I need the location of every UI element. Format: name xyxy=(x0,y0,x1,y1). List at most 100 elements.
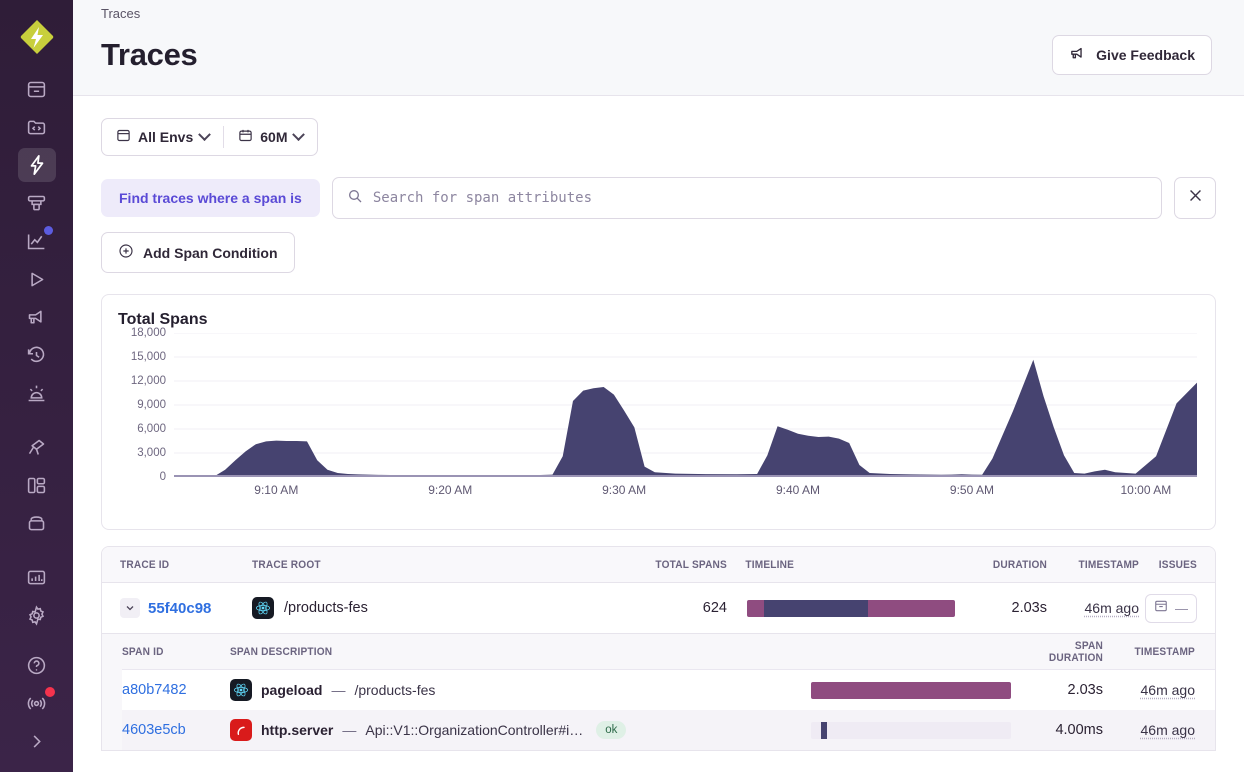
chart-area-series xyxy=(174,333,1197,477)
header-timeline: TIMELINE xyxy=(745,558,795,571)
span-op: pageload xyxy=(261,682,323,698)
span-description: Api::V1::OrganizationController#i… xyxy=(365,722,584,738)
add-span-condition-button[interactable]: Add Span Condition xyxy=(101,232,295,273)
calendar-icon xyxy=(238,128,253,146)
trace-root-cell: /products-fes xyxy=(252,597,631,619)
sentry-logo[interactable] xyxy=(16,16,58,58)
chart-y-tick: 0 xyxy=(159,471,166,483)
chart-plot[interactable] xyxy=(174,333,1197,477)
sidebar-item-help[interactable] xyxy=(18,648,56,682)
search-input[interactable] xyxy=(372,190,1147,206)
sidebar-item-feedback[interactable] xyxy=(18,300,56,334)
span-duration-value: 2.03s xyxy=(1067,682,1103,698)
sidebar-item-dashboards[interactable] xyxy=(18,468,56,502)
environment-label: All Envs xyxy=(138,129,194,145)
issues-badge[interactable]: — xyxy=(1145,593,1197,623)
give-feedback-button[interactable]: Give Feedback xyxy=(1052,35,1212,75)
chart-x-tick: 10:00 AM xyxy=(1120,483,1172,497)
sidebar xyxy=(0,0,73,772)
timeline-spacer xyxy=(811,722,821,739)
chart-area: 0 3,000 6,000 9,000 12,000 15,000 18,000 9:10 … xyxy=(118,327,1197,505)
total-spans-chart-card: Total Spans 0 3,000 6,000 9,000 12,000 15,000… xyxy=(101,294,1216,530)
status-badge: ok xyxy=(596,721,627,739)
span-id-link[interactable]: a80b7482 xyxy=(122,682,230,698)
header-trace-id: TRACE ID xyxy=(120,558,170,571)
sidebar-item-stats[interactable] xyxy=(18,560,56,594)
main-content: Traces Traces Give Feedback All Envs 60M… xyxy=(73,0,1244,772)
span-timeline-cell xyxy=(791,721,1011,739)
chart-x-tick: 9:50 AM xyxy=(949,483,994,497)
sidebar-expand-button[interactable] xyxy=(18,724,56,758)
table-row[interactable]: 55f40c98 /products-fes 624 2.03s 46m ago… xyxy=(102,583,1215,633)
header-span-id: SPAN ID xyxy=(122,645,164,658)
sidebar-item-crons[interactable] xyxy=(18,186,56,220)
span-duration-value: 4.00ms xyxy=(1055,722,1103,738)
time-range-selector[interactable]: 60M xyxy=(224,119,317,155)
issues-cell: — xyxy=(1139,593,1197,623)
chevron-down-icon xyxy=(198,127,212,141)
sidebar-item-releases[interactable] xyxy=(18,338,56,372)
search-box[interactable] xyxy=(331,177,1162,219)
list-item[interactable]: 4603e5cb http.server — Api::V1::Organiza… xyxy=(122,710,1215,750)
breadcrumb[interactable]: Traces xyxy=(101,6,1212,21)
span-id-link[interactable]: 4603e5cb xyxy=(122,722,230,738)
page-title: Traces xyxy=(101,37,198,72)
chart-y-tick: 15,000 xyxy=(130,351,166,363)
archive-icon xyxy=(1154,599,1168,618)
add-span-condition-label: Add Span Condition xyxy=(143,244,278,261)
sidebar-item-insights[interactable] xyxy=(18,224,56,258)
sidebar-item-broadcasts[interactable] xyxy=(18,686,56,720)
ruby-icon xyxy=(230,719,252,741)
sidebar-item-projects[interactable] xyxy=(18,110,56,144)
environment-selector[interactable]: All Envs xyxy=(102,119,223,155)
header-trace-root: TRACE ROOT xyxy=(252,558,321,571)
total-spans-value: 624 xyxy=(702,600,727,616)
content-area: All Envs 60M Find traces where a span is… xyxy=(73,96,1244,772)
expand-row-button[interactable] xyxy=(120,598,140,618)
span-timestamp-value: 46m ago xyxy=(1140,722,1195,738)
timeline-segment xyxy=(821,721,827,739)
close-icon xyxy=(1187,187,1204,209)
give-feedback-label: Give Feedback xyxy=(1096,47,1195,63)
span-condition-pill[interactable]: Find traces where a span is xyxy=(101,179,320,217)
filter-group: All Envs 60M xyxy=(101,118,319,156)
filter-row: All Envs 60M xyxy=(101,96,1216,156)
span-timeline-bar xyxy=(811,721,1011,739)
broadcast-badge-dot xyxy=(44,687,55,697)
chart-y-tick: 6,000 xyxy=(137,423,166,435)
page-header: Traces Traces Give Feedback xyxy=(73,0,1244,96)
traces-table: TRACE ID TRACE ROOT TOTAL SPANS TIMELINE… xyxy=(101,546,1216,751)
sidebar-bottom xyxy=(18,648,56,762)
sidebar-item-replays[interactable] xyxy=(18,262,56,296)
trace-id-link[interactable]: 55f40c98 xyxy=(148,600,211,617)
sidebar-item-discover[interactable] xyxy=(18,430,56,464)
sidebar-item-alerts[interactable] xyxy=(18,376,56,410)
chart-x-axis: 9:10 AM 9:20 AM 9:30 AM 9:40 AM 9:50 AM 10:00… xyxy=(174,483,1197,503)
header-span-description: SPAN DESCRIPTION xyxy=(230,645,333,658)
chart-y-tick: 12,000 xyxy=(130,375,166,387)
timeline-cell xyxy=(727,599,955,617)
sidebar-item-settings[interactable] xyxy=(18,598,56,632)
clear-query-button[interactable] xyxy=(1174,177,1216,219)
timeline-segment xyxy=(747,599,764,617)
span-timeline-cell xyxy=(791,681,1011,699)
sidebar-item-database[interactable] xyxy=(18,506,56,540)
span-timestamp-value: 46m ago xyxy=(1140,682,1195,698)
sidebar-item-issues[interactable] xyxy=(18,72,56,106)
list-item[interactable]: a80b7482 pageload — /products-fes 2.03s … xyxy=(122,670,1215,710)
timeline-segment xyxy=(867,599,955,617)
timestamp-value: 46m ago xyxy=(1084,600,1139,616)
chart-x-tick: 9:10 AM xyxy=(254,483,299,497)
header-duration: DURATION xyxy=(992,558,1047,571)
header-timestamp: TIMESTAMP xyxy=(1078,558,1139,571)
timeline-segment xyxy=(763,599,868,617)
duration-value: 2.03s xyxy=(1011,600,1047,616)
span-description-cell: pageload — /products-fes xyxy=(230,679,791,701)
plus-circle-icon xyxy=(118,243,134,262)
query-row: Find traces where a span is xyxy=(101,177,1216,219)
chart-x-tick: 9:30 AM xyxy=(602,483,647,497)
insights-badge-dot xyxy=(43,226,53,235)
sidebar-item-traces[interactable] xyxy=(17,148,56,182)
megaphone-icon xyxy=(1069,45,1086,65)
span-sub-table: SPAN ID SPAN DESCRIPTION SPAN DURATION T… xyxy=(102,633,1215,750)
